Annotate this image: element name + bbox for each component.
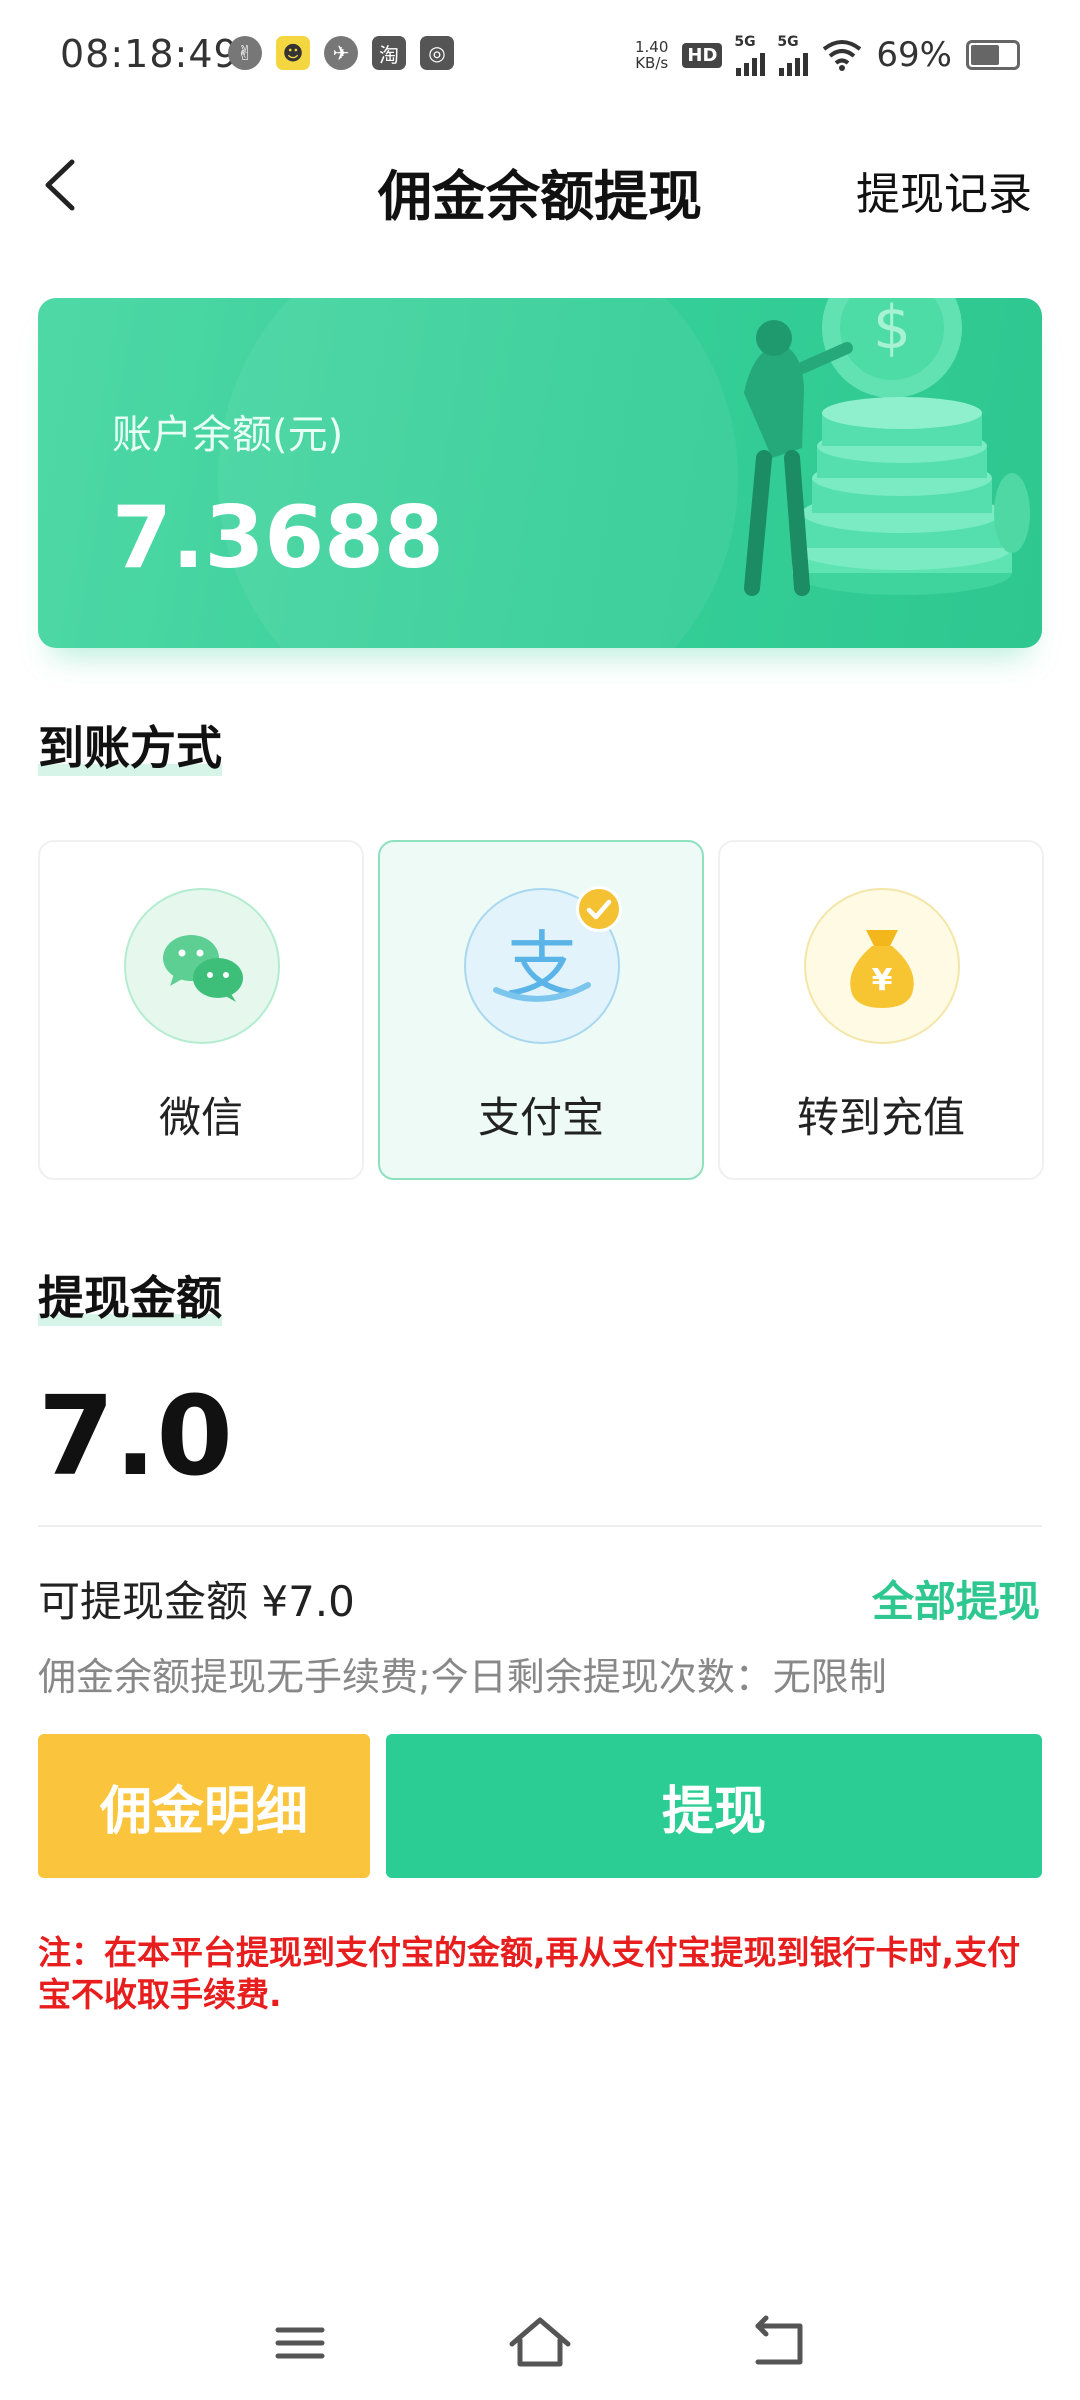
notification-app-icon: ✈ xyxy=(324,36,358,70)
coins-illustration: $ xyxy=(744,298,1030,596)
method-label: 转到充值 xyxy=(796,1093,965,1142)
commission-detail-button[interactable]: 佣金明细 xyxy=(38,1734,370,1878)
method-alipay[interactable]: 支 支付宝 xyxy=(378,840,704,1180)
withdraw-button[interactable]: 提现 xyxy=(386,1734,1042,1878)
battery-percent: 69% xyxy=(876,35,952,75)
status-indicators: 1.40 KB/s HD 5G 5G 69% xyxy=(635,34,1020,76)
menu-button[interactable] xyxy=(260,2308,340,2378)
back-nav-button[interactable] xyxy=(740,2308,820,2378)
alipay-fee-note: 注：在本平台提现到支付宝的金额,再从支付宝提现到银行卡时,支付宝不收取手续费. xyxy=(38,1933,1021,2014)
payment-method-title: 到账方式 xyxy=(38,721,222,776)
svg-text:¥: ¥ xyxy=(872,963,893,998)
signal-icon: 5G xyxy=(734,34,766,76)
wechat-icon xyxy=(124,888,280,1044)
withdraw-history-link[interactable]: 提现记录 xyxy=(856,158,1032,222)
hd-icon: HD xyxy=(682,42,723,68)
method-recharge[interactable]: ¥ 转到充值 xyxy=(718,840,1044,1180)
battery-icon xyxy=(966,40,1020,70)
balance-value: 7.3688 xyxy=(112,488,444,588)
method-label: 微信 xyxy=(158,1093,243,1142)
system-nav-bar xyxy=(0,2290,1080,2400)
wifi-icon xyxy=(823,40,862,71)
notification-icons: ✌ ☻ ✈ 淘 ◎ xyxy=(228,36,454,70)
withdraw-all-link[interactable]: 全部提现 xyxy=(872,1568,1040,1629)
home-icon xyxy=(509,2317,571,2367)
fee-note: 佣金余额提现无手续费;今日剩余提现次数：无限制 xyxy=(38,1655,887,1699)
signal-icon: 5G xyxy=(777,34,809,76)
available-amount: 可提现金额 ¥7.0 xyxy=(38,1577,355,1626)
back-nav-icon xyxy=(755,2315,803,2365)
divider xyxy=(38,1525,1042,1527)
withdraw-amount-title: 提现金额 xyxy=(38,1271,222,1326)
taobao-icon: 淘 xyxy=(372,36,406,70)
notification-app-icon: ✌ xyxy=(228,36,262,70)
method-label: 支付宝 xyxy=(477,1093,604,1142)
balance-label: 账户余额(元) xyxy=(112,412,344,458)
balance-card: 账户余额(元) 7.3688 $ xyxy=(38,298,1042,648)
method-wechat[interactable]: 微信 xyxy=(38,840,364,1180)
home-button[interactable] xyxy=(500,2308,580,2378)
money-bag-icon: ¥ xyxy=(804,888,960,1044)
svg-text:$: $ xyxy=(873,298,911,363)
status-time: 08:18:49 xyxy=(60,32,239,76)
notification-app-icon: ◎ xyxy=(420,36,454,70)
net-speed: 1.40 KB/s xyxy=(635,38,669,72)
menu-icon xyxy=(275,2327,325,2359)
status-bar: 08:18:49 ✌ ☻ ✈ 淘 ◎ 1.40 KB/s HD 5G 5G 69… xyxy=(0,0,1080,120)
selected-check-icon xyxy=(576,886,622,932)
header: 佣金余额提现 提现记录 xyxy=(0,130,1080,240)
notification-app-icon: ☻ xyxy=(276,36,310,70)
withdraw-amount-input[interactable]: 7.0 xyxy=(38,1372,233,1500)
